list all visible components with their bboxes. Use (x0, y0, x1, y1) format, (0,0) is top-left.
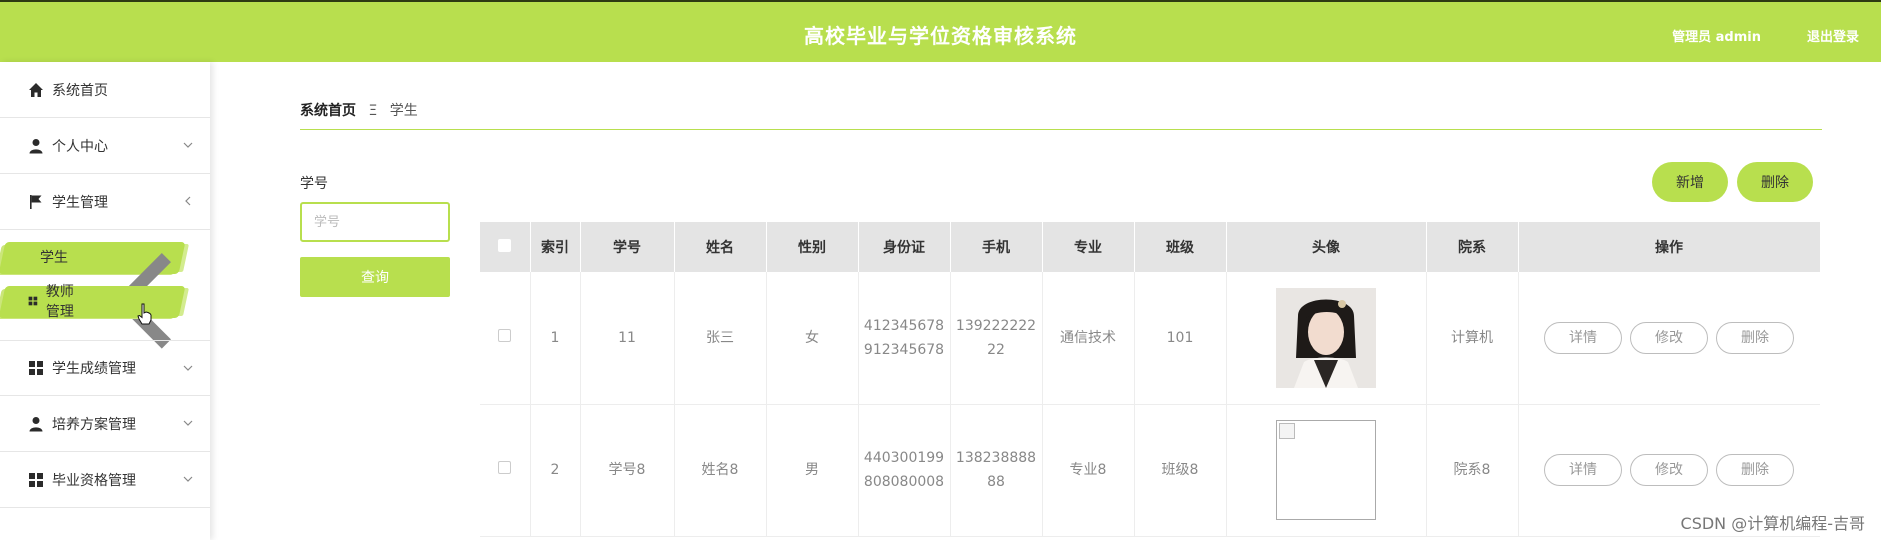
sidebar-item-label: 学生管理 (52, 194, 108, 211)
avatar-photo (1276, 287, 1376, 388)
column-header: 操作 (1518, 222, 1820, 272)
cell-index: 1 (530, 272, 581, 405)
breadcrumb-divider (300, 129, 1822, 130)
cell-name: 张三 (674, 272, 767, 405)
add-button[interactable]: 新增 (1652, 162, 1728, 202)
user-icon (29, 416, 43, 431)
cell-id-card: 440300199808080008 (858, 404, 951, 537)
breadcrumb-separator: Ξ (368, 103, 378, 119)
sidebar-item-label: 个人中心 (52, 138, 108, 155)
sidebar-item-label: 学生成绩管理 (52, 361, 136, 377)
grid-icon (29, 361, 43, 375)
column-header: 学号 (580, 222, 675, 272)
chevron-left-icon (185, 196, 191, 206)
student-table: 索引 学号 姓名 性别 身份证 手机 专业 班级 头像 院系 操作 1 11 张… (480, 222, 1820, 540)
breadcrumb: 系统首页 Ξ 学生 (300, 100, 418, 120)
chevron-down-icon (183, 365, 193, 371)
sidebar-item-home[interactable]: 系统首页 (0, 62, 210, 118)
system-title: 高校毕业与学位资格审核系统 (804, 24, 1077, 48)
row-checkbox[interactable] (498, 461, 512, 474)
cell-student-no: 学号8 (580, 404, 675, 537)
broken-image-icon (1276, 420, 1376, 520)
admin-label: 管理员 admin (1672, 30, 1761, 45)
student-no-search-input[interactable] (300, 202, 450, 242)
cell-avatar (1226, 272, 1427, 405)
row-select-cell[interactable] (480, 404, 531, 537)
cell-class: 班级8 (1134, 404, 1227, 537)
home-icon (29, 82, 43, 97)
cell-actions: 详情 修改 删除 (1518, 272, 1820, 405)
delete-button[interactable]: 删除 (1737, 162, 1813, 202)
chevron-down-icon (183, 420, 193, 426)
watermark: CSDN @计算机编程-吉哥 (1680, 514, 1865, 533)
column-header: 手机 (950, 222, 1043, 272)
query-button[interactable]: 查询 (300, 257, 450, 297)
cell-gender: 女 (766, 272, 859, 405)
cell-class: 101 (1134, 272, 1227, 405)
sidebar-item-label: 培养方案管理 (52, 416, 136, 433)
breadcrumb-home[interactable]: 系统首页 (300, 103, 356, 119)
sidebar-item-student-management[interactable]: 学生管理 (0, 174, 210, 230)
table-header-row: 索引 学号 姓名 性别 身份证 手机 专业 班级 头像 院系 操作 (480, 222, 1820, 272)
sidebar-item-profile[interactable]: 个人中心 (0, 118, 210, 174)
breadcrumb-current: 学生 (389, 103, 418, 119)
cell-student-no: 11 (580, 272, 675, 405)
edit-button[interactable]: 修改 (1630, 454, 1708, 486)
hand-cursor-icon (137, 303, 152, 325)
cell-id-card: 412345678912345678 (858, 272, 951, 405)
column-header: 身份证 (858, 222, 951, 272)
cell-gender: 男 (766, 404, 859, 537)
sidebar-item-training-plan[interactable]: 培养方案管理 (0, 396, 210, 452)
column-header: 院系 (1426, 222, 1519, 272)
search-label: 学号 (300, 176, 328, 192)
cell-department: 计算机 (1426, 272, 1519, 405)
cell-major: 通信技术 (1042, 272, 1135, 405)
sidebar-item-label: 学生 (40, 250, 68, 266)
column-header: 头像 (1226, 222, 1427, 272)
row-select-cell[interactable] (480, 272, 531, 405)
cell-major: 专业8 (1042, 404, 1135, 537)
flag-icon (30, 194, 42, 209)
logout-link[interactable]: 退出登录 (1807, 26, 1859, 45)
sidebar-item-graduation-qualification[interactable]: 毕业资格管理 (0, 452, 210, 508)
row-delete-button[interactable]: 删除 (1716, 321, 1794, 354)
grid-icon (28, 296, 38, 306)
cell-department: 院系8 (1426, 404, 1519, 537)
sidebar-item-grade-management[interactable]: 学生成绩管理 (0, 340, 210, 396)
column-header: 索引 (530, 222, 581, 272)
column-header: 性别 (766, 222, 859, 272)
row-delete-button[interactable]: 删除 (1716, 454, 1794, 486)
cell-avatar (1226, 404, 1427, 537)
edit-button[interactable]: 修改 (1630, 321, 1708, 354)
row-checkbox[interactable] (498, 328, 512, 342)
sidebar-item-label: 系统首页 (52, 82, 108, 99)
cell-phone: 13922222222 (950, 272, 1043, 405)
detail-button[interactable]: 详情 (1544, 454, 1622, 486)
sidebar: 系统首页 个人中心 学生管理 学生 教师管理 学生成绩管理 培养方案管理 毕业资… (0, 62, 210, 540)
cell-index: 2 (530, 404, 581, 537)
chevron-down-icon (183, 142, 193, 148)
select-all-checkbox[interactable] (498, 238, 512, 252)
select-all-header[interactable] (480, 222, 531, 272)
sidebar-item-teacher-management[interactable]: 教师管理 (0, 253, 210, 349)
table-row: 2 学号8 姓名8 男 440300199808080008 138238888… (480, 404, 1820, 537)
cell-name: 姓名8 (674, 404, 767, 537)
cell-phone: 13823888888 (950, 404, 1043, 537)
column-header: 专业 (1042, 222, 1135, 272)
detail-button[interactable]: 详情 (1544, 321, 1622, 354)
grid-icon (29, 472, 43, 487)
chevron-down-icon (183, 476, 193, 482)
sidebar-item-label: 教师管理 (45, 284, 74, 320)
table-row: 1 11 张三 女 412345678912345678 13922222222… (480, 272, 1820, 405)
column-header: 班级 (1134, 222, 1227, 272)
column-header: 姓名 (674, 222, 767, 272)
sidebar-item-label: 毕业资格管理 (52, 472, 136, 489)
user-icon (29, 138, 43, 153)
top-header: 高校毕业与学位资格审核系统 管理员 admin 退出登录 (0, 0, 1881, 62)
